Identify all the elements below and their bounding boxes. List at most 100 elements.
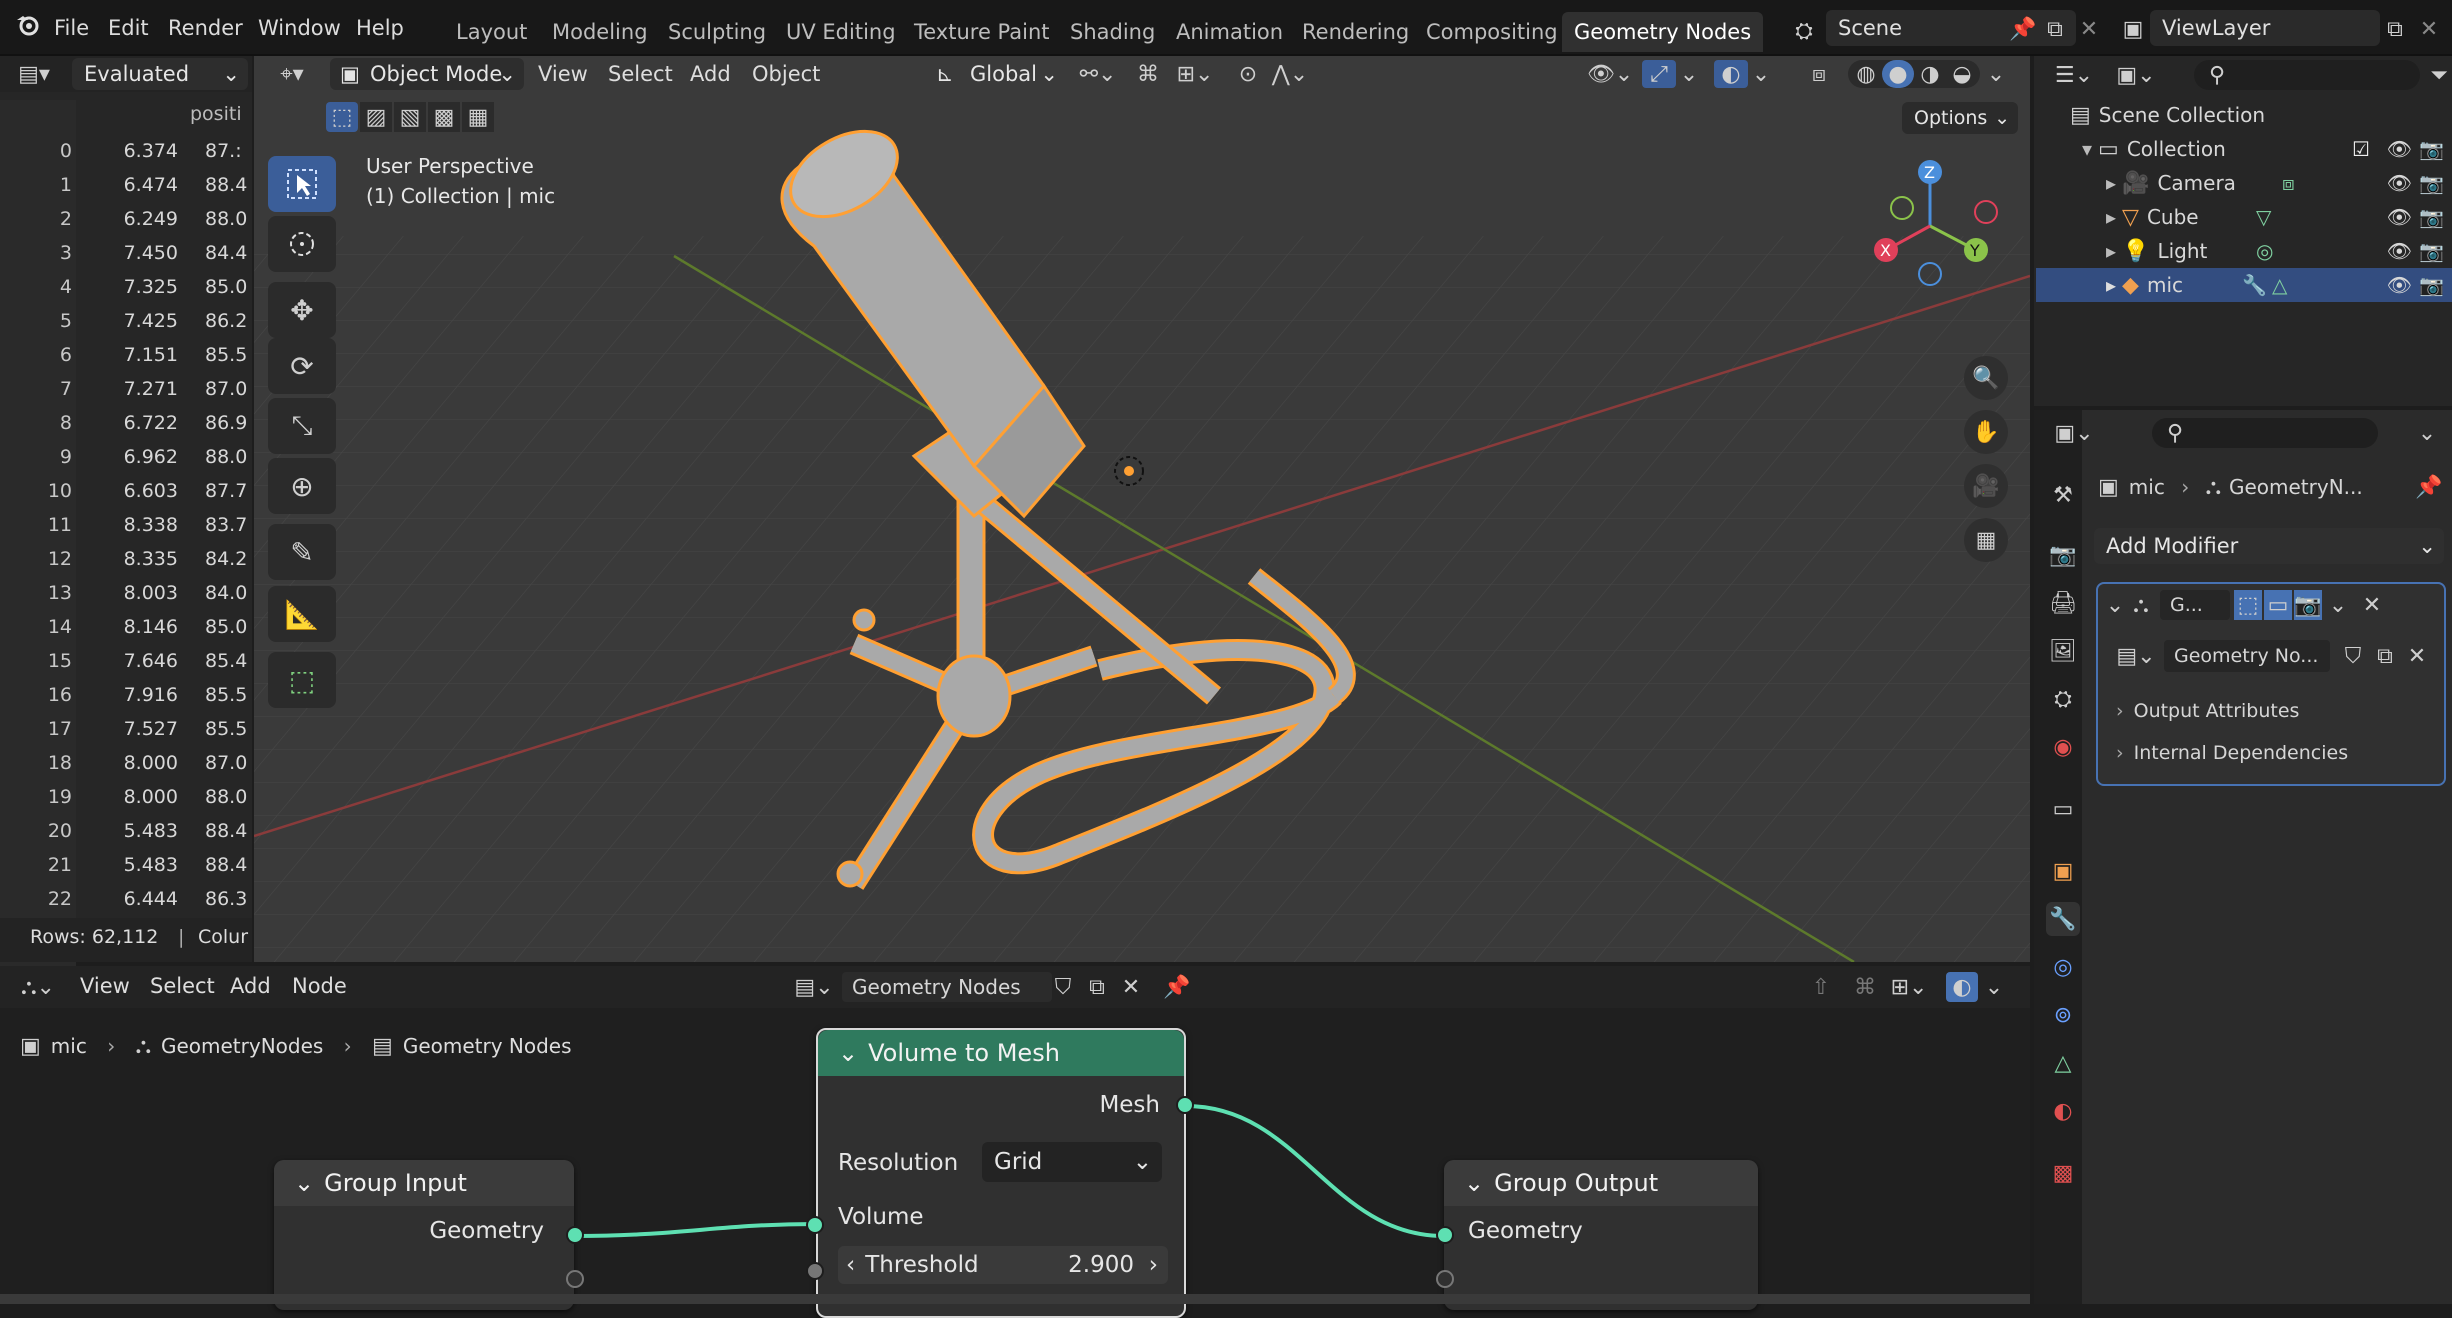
pin-icon[interactable]: 📌 xyxy=(2414,472,2444,502)
section-output-attributes[interactable]: › Output Attributes xyxy=(2116,694,2299,728)
modifier-name-field[interactable]: G... xyxy=(2160,590,2230,620)
modifier-menu-icon[interactable]: ⌄ xyxy=(2326,590,2350,620)
evaluation-mode-dropdown[interactable]: Evaluated ⌄ xyxy=(72,58,248,90)
viewlayer-selector[interactable]: ViewLayer xyxy=(2150,10,2380,46)
resolution-dropdown[interactable]: Grid ⌄ xyxy=(982,1142,1162,1182)
outliner-search-input[interactable]: ⚲ xyxy=(2194,60,2420,90)
duplicate-scene-icon[interactable]: ⧉ xyxy=(2040,14,2070,44)
modifier-tab-icon[interactable]: 🔧 xyxy=(2046,902,2080,936)
node-group-field[interactable]: Geometry No... xyxy=(2164,640,2330,672)
render-camera-icon[interactable]: 📷 xyxy=(2419,268,2444,302)
zoom-icon[interactable]: 🔍 xyxy=(1964,356,2008,400)
properties-editor-type-icon[interactable]: ▣⌄ xyxy=(2048,418,2100,448)
close-scene-icon[interactable]: ✕ xyxy=(2074,14,2104,44)
ortho-grid-icon[interactable]: ▦ xyxy=(1964,518,2008,562)
navigation-gizmo[interactable]: Z Y X xyxy=(1854,156,2004,296)
data-tab-icon[interactable]: △ xyxy=(2046,1046,2080,1080)
node-group-output[interactable]: ⌄ Group Output Geometry xyxy=(1444,1160,1758,1310)
tab-uv-editing[interactable]: UV Editing xyxy=(774,12,908,52)
outliner-item-camera[interactable]: ▸ 🎥 Camera ⧈ 👁 📷 xyxy=(2036,166,2452,200)
particles-tab-icon[interactable]: ◎ xyxy=(2046,950,2080,984)
pan-hand-icon[interactable]: ✋ xyxy=(1964,410,2008,454)
collection-tab-icon[interactable]: ▭ xyxy=(2046,792,2080,826)
tab-texture-paint[interactable]: Texture Paint xyxy=(902,12,1062,52)
outliner-item-light[interactable]: ▸ 💡 Light ◎ 👁 📷 xyxy=(2036,234,2452,268)
viewlayer-icon[interactable]: ▣ xyxy=(2118,14,2148,44)
output-socket-geometry[interactable] xyxy=(566,1226,584,1244)
fake-user-shield-icon[interactable]: ⛉ xyxy=(2338,640,2368,672)
menu-file[interactable]: File xyxy=(46,10,97,46)
edit-mode-toggle-icon[interactable]: ⬚ xyxy=(2234,590,2262,620)
texture-tab-icon[interactable]: ▩ xyxy=(2046,1156,2080,1190)
blender-logo-icon[interactable] xyxy=(6,10,46,46)
light-object-icon[interactable] xyxy=(1104,446,1154,496)
menu-render[interactable]: Render xyxy=(160,10,251,46)
visibility-eye-icon[interactable]: 👁 xyxy=(2387,132,2412,166)
input-socket-threshold[interactable] xyxy=(806,1262,824,1280)
viewport-toggle-icon[interactable]: ▭ xyxy=(2264,590,2292,620)
filter-icon[interactable]: ⏷ xyxy=(2426,60,2452,90)
outliner-scene-collection[interactable]: ▤ Scene Collection xyxy=(2036,98,2452,132)
horizontal-scrollbar[interactable] xyxy=(0,1294,2030,1304)
editor-type-icon[interactable]: ▤▾ xyxy=(8,60,60,88)
camera-view-icon[interactable]: 🎥 xyxy=(1964,464,2008,508)
input-socket-empty[interactable] xyxy=(1436,1270,1454,1288)
outliner-item-cube[interactable]: ▸ ▽ Cube ▽ 👁 📷 xyxy=(2036,200,2452,234)
add-modifier-dropdown[interactable]: Add Modifier ⌄ xyxy=(2094,528,2444,564)
visibility-eye-icon[interactable]: 👁 xyxy=(2387,234,2412,268)
input-socket-geometry[interactable] xyxy=(1436,1226,1454,1244)
menu-edit[interactable]: Edit xyxy=(100,10,157,46)
column-header-position[interactable]: positi xyxy=(190,100,250,128)
tab-compositing[interactable]: Compositing xyxy=(1414,12,1570,52)
remove-modifier-icon[interactable]: ✕ xyxy=(2360,590,2384,620)
world-tab-icon[interactable]: ◉ xyxy=(2046,730,2080,764)
viewport-3d[interactable]: ⌖▾ ▣ Object Mode ⌄ View Select Add Object … xyxy=(254,56,2030,962)
outliner-collection[interactable]: ▾ ▭ Collection ☑ 👁 📷 xyxy=(2036,132,2452,166)
menu-help[interactable]: Help xyxy=(348,10,412,46)
node-volume-to-mesh[interactable]: ⌄ Volume to Mesh Mesh Resolution Grid ⌄ Vo… xyxy=(816,1028,1186,1318)
tab-sculpting[interactable]: Sculpting xyxy=(656,12,778,52)
tool-tab-icon[interactable]: ⚒ xyxy=(2046,478,2080,512)
output-socket-mesh[interactable] xyxy=(1176,1096,1194,1114)
visibility-eye-icon[interactable]: 👁 xyxy=(2387,200,2412,234)
pin-icon[interactable]: 📌 xyxy=(2008,14,2038,44)
render-camera-icon[interactable]: 📷 xyxy=(2419,200,2444,234)
visibility-eye-icon[interactable]: 👁 xyxy=(2387,268,2412,302)
node-tree-browse-icon[interactable]: ▤⌄ xyxy=(2114,640,2158,672)
duplicate-viewlayer-icon[interactable]: ⧉ xyxy=(2380,14,2410,44)
material-tab-icon[interactable]: ◐ xyxy=(2046,1094,2080,1128)
scene-tab-icon[interactable]: ⛭ xyxy=(2046,682,2080,716)
output-tab-icon[interactable]: 🖨 xyxy=(2046,586,2080,620)
collapse-chevron-icon[interactable]: ⌄ xyxy=(2104,590,2126,620)
render-camera-icon[interactable]: 📷 xyxy=(2419,132,2444,166)
node-group-input[interactable]: ⌄ Group Input Geometry xyxy=(274,1160,574,1310)
properties-search-input[interactable]: ⚲ xyxy=(2152,418,2378,448)
physics-tab-icon[interactable]: ⊚ xyxy=(2046,998,2080,1032)
output-socket-empty[interactable] xyxy=(566,1270,584,1288)
render-tab-icon[interactable]: 📷 xyxy=(2046,538,2080,572)
mic-object[interactable] xyxy=(254,56,2030,962)
scene-selector[interactable]: Scene xyxy=(1826,10,2076,46)
tab-modeling[interactable]: Modeling xyxy=(540,12,660,52)
visibility-eye-icon[interactable]: 👁 xyxy=(2387,166,2412,200)
menu-window[interactable]: Window xyxy=(250,10,349,46)
display-mode-icon[interactable]: ▣⌄ xyxy=(2110,60,2162,90)
tab-animation[interactable]: Animation xyxy=(1164,12,1295,52)
render-toggle-icon[interactable]: 📷 xyxy=(2294,590,2322,620)
close-viewlayer-icon[interactable]: ✕ xyxy=(2414,14,2444,44)
input-socket-volume[interactable] xyxy=(806,1216,824,1234)
threshold-field[interactable]: ‹ Threshold 2.900 › xyxy=(838,1246,1168,1284)
render-camera-icon[interactable]: 📷 xyxy=(2419,234,2444,268)
outliner-editor-type-icon[interactable]: ☰⌄ xyxy=(2048,60,2100,90)
object-tab-icon[interactable]: ▣ xyxy=(2046,854,2080,888)
tab-layout[interactable]: Layout xyxy=(444,12,539,52)
duplicate-icon[interactable]: ⧉ xyxy=(2370,640,2400,672)
scene-icon[interactable]: ⛭ xyxy=(1784,14,1824,48)
tab-geometry-nodes[interactable]: Geometry Nodes xyxy=(1562,12,1764,52)
unlink-icon[interactable]: ✕ xyxy=(2402,640,2432,672)
render-camera-icon[interactable]: 📷 xyxy=(2419,166,2444,200)
node-editor-panel[interactable]: ⛬⌄ View Select Add Node ▤⌄ Geometry Node… xyxy=(0,966,2030,1318)
tab-rendering[interactable]: Rendering xyxy=(1290,12,1421,52)
tab-shading[interactable]: Shading xyxy=(1058,12,1167,52)
properties-options-icon[interactable]: ⌄ xyxy=(2412,418,2442,448)
